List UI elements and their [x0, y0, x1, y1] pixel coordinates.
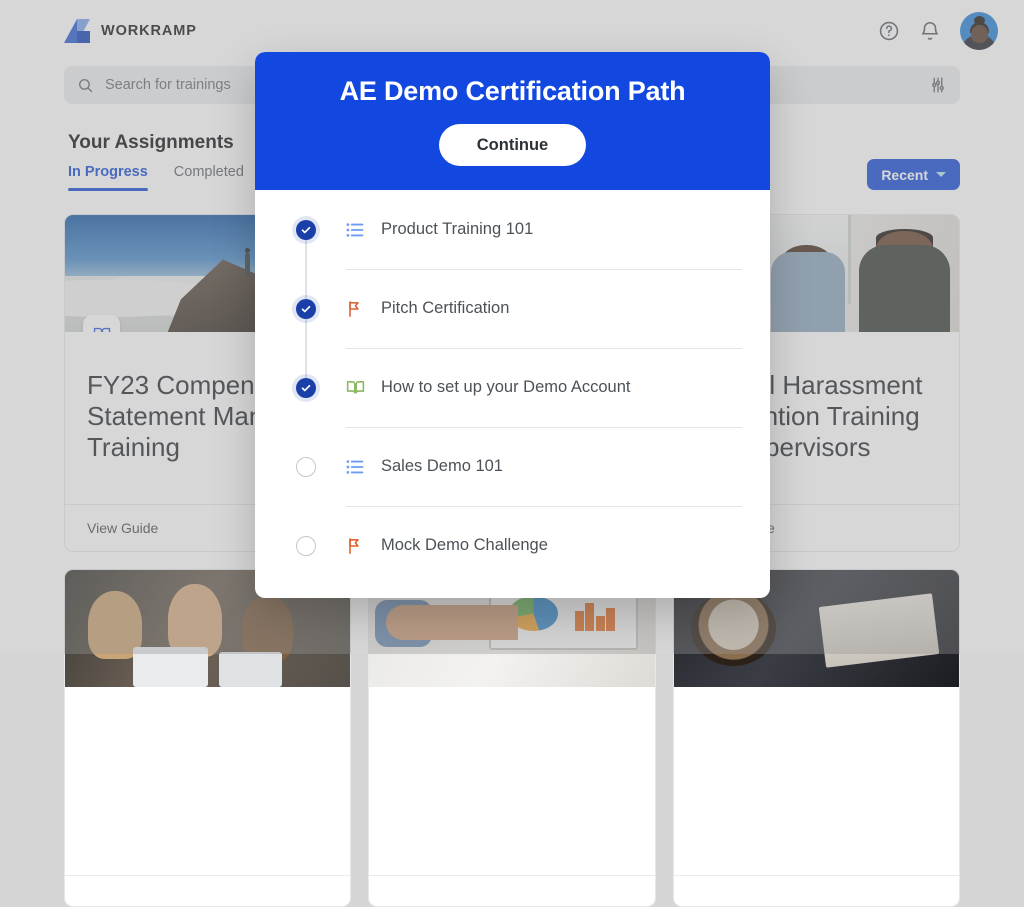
list-lines-icon [329, 220, 381, 240]
divider [346, 269, 742, 270]
avatar[interactable] [960, 12, 998, 50]
path-step[interactable]: Sales Demo 101 [283, 427, 742, 506]
filter-sliders-icon[interactable] [929, 76, 947, 94]
divider [346, 427, 742, 428]
bell-icon[interactable] [919, 20, 941, 42]
step-status[interactable] [283, 506, 329, 585]
search-icon [77, 77, 94, 94]
continue-button[interactable]: Continue [439, 124, 587, 166]
flag-icon [329, 299, 381, 319]
assignment-card[interactable] [64, 569, 351, 907]
list-lines-icon [329, 457, 381, 477]
card-footer-link[interactable] [674, 875, 959, 906]
step-label: Mock Demo Challenge [381, 536, 548, 555]
sort-recent-button[interactable]: Recent [867, 159, 960, 190]
path-step[interactable]: How to set up your Demo Account [283, 348, 742, 427]
check-circle-icon [296, 378, 316, 398]
step-status[interactable] [283, 190, 329, 269]
modal-title: AE Demo Certification Path [340, 76, 686, 107]
check-circle-icon [296, 220, 316, 240]
top-bar-actions [878, 12, 998, 50]
path-step[interactable]: Mock Demo Challenge [283, 506, 742, 585]
chevron-down-icon [936, 172, 946, 177]
book-icon [83, 315, 120, 332]
divider [346, 506, 742, 507]
step-status[interactable] [283, 269, 329, 348]
path-step[interactable]: Product Training 101 [283, 190, 742, 269]
step-label: Product Training 101 [381, 220, 533, 239]
certification-path-modal: AE Demo Certification Path Continue [255, 52, 770, 598]
brand-name: WORKRAMP [101, 23, 197, 39]
divider [346, 348, 742, 349]
path-steps-list: Product Training 101 Pitch Certification [255, 190, 770, 585]
sort-recent-label: Recent [881, 167, 928, 183]
help-circle-icon[interactable] [878, 20, 900, 42]
step-status[interactable] [283, 427, 329, 506]
step-label: How to set up your Demo Account [381, 378, 630, 397]
empty-circle-icon [296, 536, 316, 556]
card-footer-link[interactable] [65, 875, 350, 906]
brand[interactable]: WORKRAMP [64, 19, 197, 43]
assignment-card[interactable] [673, 569, 960, 907]
check-circle-icon [296, 299, 316, 319]
empty-circle-icon [296, 457, 316, 477]
step-label: Pitch Certification [381, 299, 509, 318]
modal-header: AE Demo Certification Path Continue [255, 52, 770, 190]
card-footer-link[interactable] [369, 875, 654, 906]
tab-in-progress[interactable]: In Progress [68, 164, 148, 191]
flag-icon [329, 536, 381, 556]
assignment-card[interactable] [368, 569, 655, 907]
step-status[interactable] [283, 348, 329, 427]
path-step[interactable]: Pitch Certification [283, 269, 742, 348]
open-book-icon [329, 377, 381, 398]
assignment-tabs: In Progress Completed A [68, 164, 280, 191]
tab-completed[interactable]: Completed [174, 164, 244, 191]
step-label: Sales Demo 101 [381, 457, 503, 476]
workramp-triangle-logo-icon [64, 19, 90, 43]
page-title: Your Assignments [68, 132, 234, 154]
